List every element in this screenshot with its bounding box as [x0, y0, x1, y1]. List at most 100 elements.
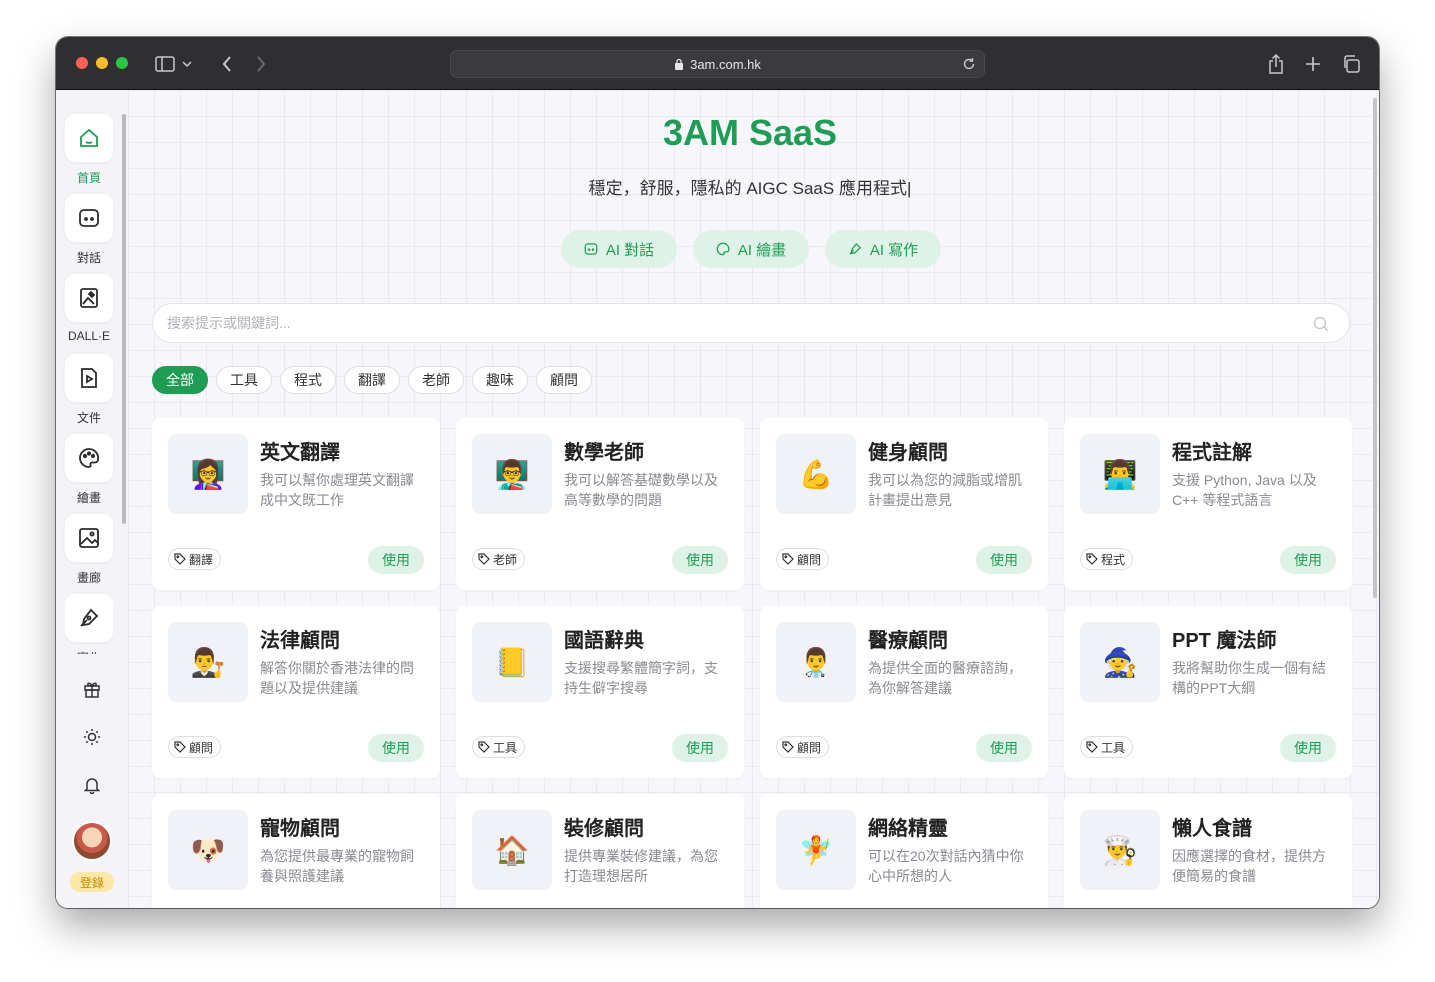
sun-icon[interactable] — [81, 726, 103, 748]
card-tag: 老師 — [472, 548, 526, 570]
card-description: 我可以解答基礎數學以及高等數學的問題 — [564, 472, 718, 508]
category-all[interactable]: 全部 — [152, 366, 208, 394]
forward-icon[interactable] — [248, 51, 274, 77]
use-button[interactable]: 使用 — [976, 546, 1032, 574]
card-emoji: 👨‍⚖️ — [168, 622, 248, 702]
search-input[interactable] — [167, 315, 1297, 331]
reload-icon[interactable] — [962, 57, 976, 71]
search-icon[interactable] — [1313, 316, 1329, 332]
card-emoji: 👨‍⚕️ — [776, 622, 856, 702]
use-button[interactable]: 使用 — [368, 546, 424, 574]
card-title: 醫療顧問 — [868, 630, 948, 652]
use-button[interactable]: 使用 — [1280, 734, 1336, 762]
prompt-card[interactable]: 👨‍⚕️ 醫療顧問為提供全面的醫療諮詢，為你解答建議顧問 使用 — [760, 606, 1048, 778]
card-tag: 顧問 — [168, 736, 222, 758]
sidebar-item-home[interactable]: 首頁 — [65, 114, 113, 186]
card-description: 可以在20次對話內猜中你心中所想的人 — [868, 848, 1024, 884]
card-emoji: 💪 — [776, 434, 856, 514]
page-title: 3AM SaaS — [662, 112, 838, 153]
ai-paint-button[interactable]: AI 繪畫 — [693, 230, 809, 268]
card-title: 法律顧問 — [260, 630, 340, 652]
category-teacher[interactable]: 老師 — [408, 366, 464, 394]
card-tag-label: 老師 — [493, 552, 518, 567]
card-title: 寵物顧問 — [260, 818, 340, 840]
card-tag: 程式 — [1080, 548, 1134, 570]
sidebar-item-label: DALL·E — [67, 329, 111, 343]
avatar[interactable] — [72, 821, 112, 861]
zoom-window-button[interactable] — [116, 57, 128, 69]
new-tab-icon[interactable] — [1300, 51, 1326, 77]
use-button[interactable]: 使用 — [672, 734, 728, 762]
address-bar[interactable]: 3am.com.hk — [450, 50, 985, 78]
pen-icon — [849, 242, 861, 255]
card-description: 為您提供最專業的寵物飼養與照護建議 — [260, 848, 414, 884]
bell-icon[interactable] — [81, 774, 103, 796]
sidebar-item-chat[interactable]: 對話 — [65, 194, 113, 266]
tab-overview-icon[interactable] — [1338, 51, 1364, 77]
card-tag: 顧問 — [776, 736, 830, 758]
ai-chat-label: AI 對話 — [605, 241, 655, 259]
card-emoji: 👨‍🏫 — [472, 434, 552, 514]
card-description: 我可以幫你處理英文翻譯成中文既工作 — [260, 472, 414, 508]
card-tag: 翻譯 — [168, 548, 222, 570]
main-scrollbar[interactable] — [1373, 98, 1377, 598]
prompt-card[interactable]: 👨‍🍳懶人食譜因應選擇的食材，提供方便簡易的食譜工具使用 — [1064, 794, 1352, 908]
ai-paint-label: AI 繪畫 — [737, 241, 787, 259]
sidebar-scrollbar[interactable] — [122, 114, 126, 524]
sidebar-item-label: 寫作 — [65, 649, 113, 654]
sidebar-toggle-icon[interactable] — [152, 51, 178, 77]
sidebar-item-gallery[interactable]: 畫廊 — [65, 514, 113, 586]
card-tag-label: 顧問 — [797, 740, 822, 755]
login-button[interactable]: 登錄 — [70, 872, 114, 892]
sidebar-item-writing[interactable]: 寫作 — [65, 594, 113, 654]
minimize-window-button[interactable] — [96, 57, 108, 69]
card-tag-label: 程式 — [1101, 552, 1126, 567]
card-emoji: 👨‍🍳 — [1080, 810, 1160, 890]
share-icon[interactable] — [1263, 51, 1289, 77]
sidebar-item-painting[interactable]: 繪畫 — [65, 434, 113, 506]
main-content: 3AM SaaS 穩定，舒服，隱私的 AIGC SaaS 應用程式| AI 對話… — [128, 90, 1379, 908]
prompt-card[interactable]: 📒 國語辭典 支援搜尋繁體簡字詞，支持生僻字搜尋 工具 使用 — [456, 606, 744, 778]
category-tools[interactable]: 工具 — [216, 366, 272, 394]
prompt-card[interactable]: 🧙 PPT 魔法師 我將幫助你生成一個有結構的PPT大綱 工具 使用 — [1064, 606, 1352, 778]
category-fun[interactable]: 趣味 — [472, 366, 528, 394]
ai-write-button[interactable]: AI 寫作 — [825, 230, 941, 268]
category-code[interactable]: 程式 — [280, 366, 336, 394]
card-title: 英文翻譯 — [260, 442, 340, 464]
tag-icon — [478, 741, 490, 753]
close-window-button[interactable] — [76, 57, 88, 69]
prompt-card[interactable]: 🏠裝修顧問提供專業裝修建議，為您打造理想居所顧問使用 — [456, 794, 744, 908]
prompt-card[interactable]: 👨‍💻 程式註解 支援 Python, Java 以及 C++ 等程式語言 程式 使用 — [1064, 418, 1352, 590]
browser-toolbar: 3am.com.hk — [56, 37, 1379, 90]
sidebar-item-dalle[interactable]: DALL·E — [65, 274, 113, 343]
tag-icon — [782, 553, 794, 565]
card-emoji: 👨‍💻 — [1080, 434, 1160, 514]
card-tag-label: 顧問 — [797, 552, 822, 567]
prompt-card[interactable]: 🧚網絡精靈可以在20次對話內猜中你心中所想的人趣味使用 — [760, 794, 1048, 908]
card-description: 為提供全面的醫療諮詢，為你解答建議 — [868, 660, 1022, 696]
gift-icon[interactable] — [81, 678, 103, 700]
url-text: 3am.com.hk — [690, 56, 761, 72]
prompt-card[interactable]: 👨‍⚖️ 法律顧問 解答你關於香港法律的問題以及提供建議 顧問 使用 — [152, 606, 440, 778]
use-button[interactable]: 使用 — [672, 546, 728, 574]
use-button[interactable]: 使用 — [976, 734, 1032, 762]
tag-icon — [174, 741, 186, 753]
sidebar-item-document[interactable]: 文件 — [65, 354, 113, 426]
category-translate[interactable]: 翻譯 — [344, 366, 400, 394]
back-icon[interactable] — [214, 51, 240, 77]
use-button[interactable]: 使用 — [368, 734, 424, 762]
use-button[interactable]: 使用 — [1280, 546, 1336, 574]
sidebar-item-label: 畫廊 — [76, 571, 101, 585]
sidebar-item-label: 文件 — [76, 411, 101, 425]
prompt-card[interactable]: 💪 健身顧問 我可以為您的減脂或增肌計畫提出意見 顧問 使用 — [760, 418, 1048, 590]
category-advisor[interactable]: 顧問 — [536, 366, 592, 394]
prompt-card[interactable]: 👩‍🏫 英文翻譯 我可以幫你處理英文翻譯成中文既工作 翻譯 使用 — [152, 418, 440, 590]
card-tag-label: 翻譯 — [189, 552, 214, 567]
card-tag: 顧問 — [776, 548, 830, 570]
card-title: 健身顧問 — [868, 442, 948, 464]
ai-chat-button[interactable]: AI 對話 — [561, 230, 677, 268]
prompt-card[interactable]: 👨‍🏫 數學老師 我可以解答基礎數學以及高等數學的問題 老師 使用 — [456, 418, 744, 590]
card-tag: 工具 — [1080, 736, 1134, 758]
chevron-down-icon[interactable] — [179, 51, 195, 77]
prompt-card[interactable]: 🐶寵物顧問為您提供最專業的寵物飼養與照護建議顧問使用 — [152, 794, 440, 908]
